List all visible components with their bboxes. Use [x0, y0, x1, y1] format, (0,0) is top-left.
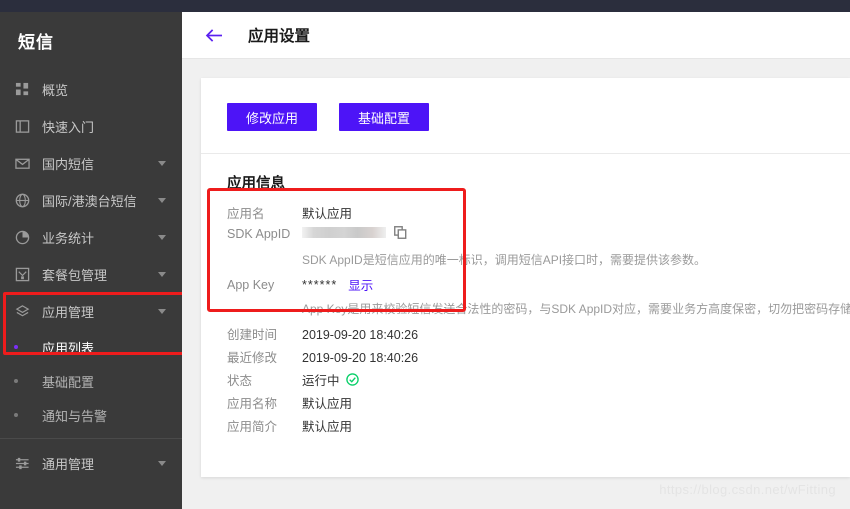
status-text: 运行中 — [302, 374, 340, 388]
status-badge: 运行中 — [302, 370, 359, 389]
sidebar-item-general-management[interactable]: 通用管理 — [0, 445, 182, 482]
chevron-down-icon[interactable] — [158, 235, 166, 240]
sidebar-subitem-basic-config[interactable]: 基础配置 — [0, 364, 182, 398]
app-root: 短信 概览 快速入门 国内短信 国际/港澳台短信 业务统计 套餐包管理 应用管理… — [0, 0, 850, 509]
info-label: App Key — [227, 277, 275, 292]
window-top-bar — [0, 0, 850, 12]
sidebar-title: 短信 — [18, 33, 54, 52]
app-key-masked-value: ****** — [302, 277, 338, 292]
sidebar-subitem-app-list[interactable]: 应用列表 — [0, 330, 182, 364]
sidebar-item-overview[interactable]: 概览 — [0, 71, 182, 108]
sidebar-divider — [0, 438, 182, 439]
layers-icon — [14, 303, 31, 320]
card-toolbar: 修改应用 基础配置 — [201, 78, 850, 154]
info-row-status: 状态 运行中 — [227, 370, 850, 390]
sidebar-subitem-notifications[interactable]: 通知与告警 — [0, 398, 182, 432]
book-icon — [14, 118, 31, 135]
info-value: 默认应用 — [302, 397, 353, 411]
info-label: 最近修改 — [227, 351, 278, 365]
sidebar-nav: 概览 快速入门 国内短信 国际/港澳台短信 业务统计 套餐包管理 应用管理 应用… — [0, 71, 182, 482]
masked-value — [302, 227, 386, 238]
sidebar-item-app-management[interactable]: 应用管理 — [0, 293, 182, 330]
info-row-app-description: 应用简介 默认应用 — [227, 416, 850, 436]
copy-icon[interactable] — [394, 226, 407, 239]
info-label: 应用名称 — [227, 397, 278, 411]
sidebar-item-quickstart[interactable]: 快速入门 — [0, 108, 182, 145]
app-info-table: 应用名 默认应用 SDK AppID SDK AppID是短信应用的唯一标识，调… — [201, 203, 850, 436]
envelope-icon — [14, 155, 31, 172]
grid-icon — [14, 81, 31, 98]
info-value: 2019-09-20 18:40:26 — [302, 328, 419, 342]
info-value: 默认应用 — [302, 207, 353, 221]
info-value: 2019-09-20 18:40:26 — [302, 351, 419, 365]
back-arrow-icon[interactable] — [204, 25, 224, 45]
sidebar-item-label: 应用管理 — [42, 305, 95, 320]
info-value: ****** 显示 — [302, 275, 373, 294]
chevron-down-icon[interactable] — [158, 461, 166, 466]
info-value: 默认应用 — [302, 420, 353, 434]
bullet-icon — [14, 345, 18, 349]
package-icon — [14, 266, 31, 283]
sidebar-subitem-label: 基础配置 — [42, 374, 95, 390]
sidebar-item-label: 国内短信 — [42, 157, 95, 172]
sidebar-item-label: 国际/港澳台短信 — [42, 194, 137, 209]
sdk-appid-hint: SDK AppID是短信应用的唯一标识，调用短信API接口时，需要提供该参数。 — [302, 253, 707, 267]
main-content: 应用设置 修改应用 基础配置 应用信息 应用名 默认应用 SDK AppID S… — [182, 12, 850, 509]
sidebar-item-domestic-sms[interactable]: 国内短信 — [0, 145, 182, 182]
chevron-down-icon[interactable] — [158, 309, 166, 314]
chevron-down-icon[interactable] — [158, 161, 166, 166]
sidebar-item-international-sms[interactable]: 国际/港澳台短信 — [0, 182, 182, 219]
info-label: 创建时间 — [227, 328, 278, 342]
chevron-down-icon[interactable] — [158, 272, 166, 277]
sidebar-item-statistics[interactable]: 业务统计 — [0, 219, 182, 256]
chevron-down-icon[interactable] — [158, 198, 166, 203]
sidebar-item-label: 业务统计 — [42, 231, 95, 246]
info-row-app-name: 应用名 默认应用 — [227, 203, 850, 223]
show-app-key-link[interactable]: 显示 — [348, 275, 373, 294]
section-title-app-info: 应用信息 — [227, 176, 285, 192]
sidebar-subitem-label: 应用列表 — [42, 340, 95, 356]
info-row-app-key: App Key ****** 显示 — [227, 275, 850, 295]
sidebar-item-label: 套餐包管理 — [42, 268, 108, 283]
info-row-last-modified: 最近修改 2019-09-20 18:40:26 — [227, 347, 850, 367]
bullet-icon — [14, 379, 18, 383]
sliders-icon — [14, 455, 31, 472]
info-row-app-title: 应用名称 默认应用 — [227, 393, 850, 413]
sidebar-item-package-management[interactable]: 套餐包管理 — [0, 256, 182, 293]
check-circle-icon — [345, 373, 359, 386]
info-label: 应用简介 — [227, 420, 278, 434]
info-label: SDK AppID — [227, 227, 291, 241]
basic-config-button[interactable]: 基础配置 — [339, 103, 429, 131]
app-key-hint: App Key是用来校验短信发送合法性的密码，与SDK AppID对应，需要业务… — [302, 302, 850, 316]
pie-chart-icon — [14, 229, 31, 246]
info-row-create-time: 创建时间 2019-09-20 18:40:26 — [227, 324, 850, 344]
page-title: 应用设置 — [248, 28, 311, 45]
sidebar-item-label: 通用管理 — [42, 457, 95, 472]
sidebar-item-label: 快速入门 — [42, 120, 95, 135]
app-settings-card: 修改应用 基础配置 应用信息 应用名 默认应用 SDK AppID SDK Ap… — [201, 78, 850, 477]
watermark: https://blog.csdn.net/wFitting — [659, 482, 836, 497]
sidebar-item-label: 概览 — [42, 83, 69, 98]
info-label: 状态 — [227, 374, 253, 388]
edit-app-button[interactable]: 修改应用 — [227, 103, 317, 131]
info-row-sdk-appid: SDK AppID — [227, 226, 850, 246]
bullet-icon — [14, 413, 18, 417]
sidebar-subitem-label: 通知与告警 — [42, 408, 108, 424]
sidebar: 短信 概览 快速入门 国内短信 国际/港澳台短信 业务统计 套餐包管理 应用管理… — [0, 12, 182, 509]
info-label: 应用名 — [227, 207, 265, 221]
page-header: 应用设置 — [182, 12, 850, 59]
info-value — [302, 226, 407, 239]
globe-icon — [14, 192, 31, 209]
